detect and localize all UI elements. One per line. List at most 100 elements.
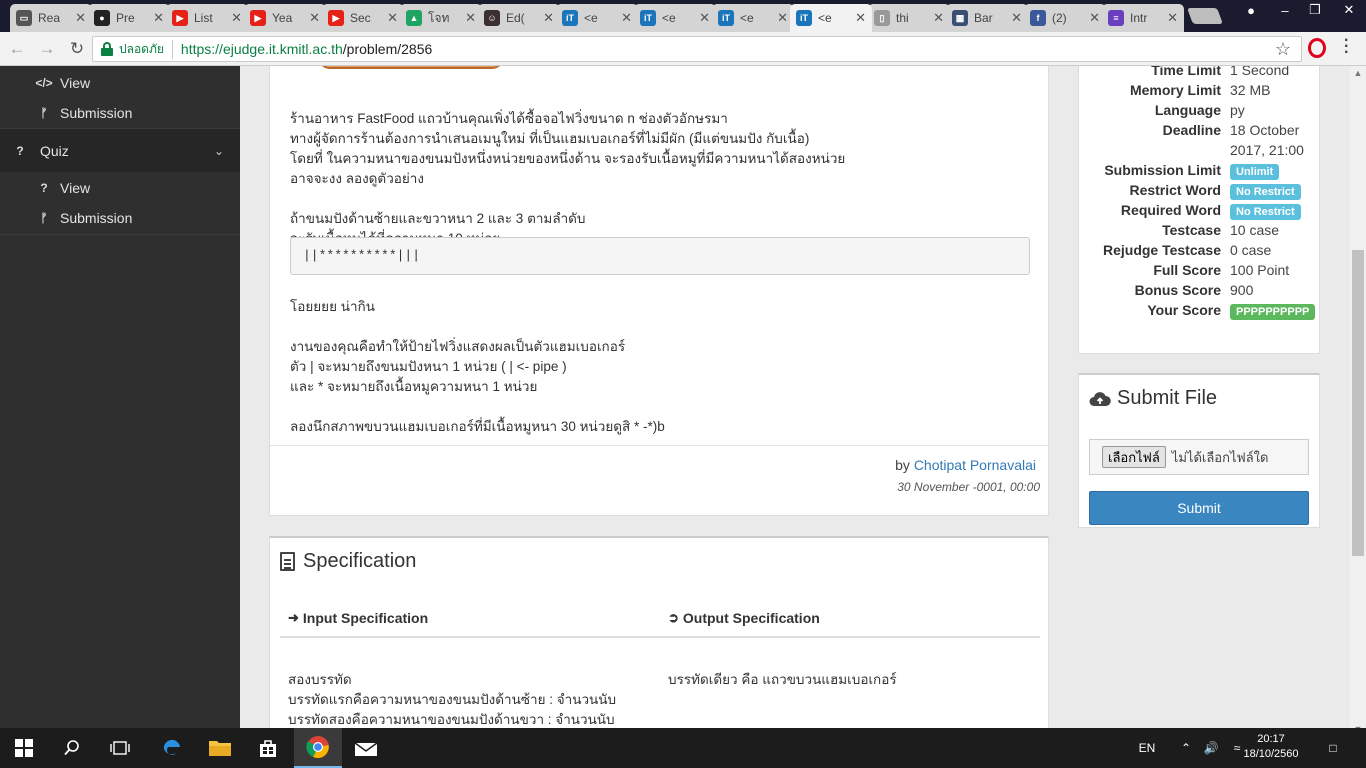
page-scrollbar[interactable]: ▲ ▼	[1350, 66, 1366, 736]
new-tab-button[interactable]	[1187, 8, 1223, 24]
language-indicator[interactable]: EN	[1130, 728, 1164, 768]
browser-tab[interactable]: ▶ List ✕	[166, 4, 248, 32]
specification-panel: Specification ➜ Input Specification ➲ Ou…	[269, 536, 1049, 736]
profile-icon[interactable]: ●	[1236, 0, 1266, 20]
close-tab-icon[interactable]: ✕	[933, 10, 944, 26]
mail-icon[interactable]	[342, 728, 390, 768]
sign-out-icon: ➲	[668, 610, 679, 625]
sidebar-item-quiz-submission[interactable]: ᚠ Submission	[0, 203, 240, 233]
browser-tab-label: Yea	[272, 11, 293, 25]
sidebar-category-quiz[interactable]: ? Quiz ⌄	[0, 128, 240, 172]
info-row-rejudge-testcase: Rejudge Testcase 0 case	[1079, 242, 1321, 262]
browser-tab[interactable]: iT <e ✕	[634, 4, 716, 32]
store-icon[interactable]	[244, 728, 292, 768]
url-path: /problem/2856	[342, 41, 433, 57]
browser-tab[interactable]: f (2) ✕	[1024, 4, 1106, 32]
forward-button[interactable]: →	[34, 36, 60, 62]
close-tab-icon[interactable]: ✕	[699, 10, 710, 26]
browser-tab[interactable]: ▯ thi ✕	[868, 4, 950, 32]
close-tab-icon[interactable]: ✕	[543, 10, 554, 26]
close-tab-icon[interactable]: ✕	[621, 10, 632, 26]
close-window-button[interactable]: ✕	[1334, 0, 1364, 20]
sidebar-item-label: Submission	[60, 210, 133, 226]
browser-tab-label: List	[194, 11, 213, 25]
close-tab-icon[interactable]: ✕	[1167, 10, 1178, 26]
youtube-icon: ▶	[172, 10, 188, 26]
close-tab-icon[interactable]: ✕	[465, 10, 476, 26]
info-value: 900	[1230, 282, 1254, 298]
chrome-icon[interactable]	[294, 728, 342, 768]
close-tab-icon[interactable]: ✕	[309, 10, 320, 26]
browser-tab[interactable]: ▦ Bar ✕	[946, 4, 1028, 32]
spec-divider	[280, 636, 1040, 638]
clock-time: 20:17	[1257, 733, 1285, 745]
close-tab-icon[interactable]: ✕	[1089, 10, 1100, 26]
back-button[interactable]: ←	[4, 36, 30, 62]
sidebar-item-label: View	[60, 180, 91, 196]
lock-icon	[101, 42, 113, 56]
bookmark-star-icon[interactable]: ☆	[1275, 39, 1291, 60]
choose-file-button[interactable]: เลือกไฟล์	[1102, 446, 1166, 468]
scroll-up-icon[interactable]: ▲	[1350, 66, 1366, 80]
file-input[interactable]: เลือกไฟล์ ไม่ได้เลือกไฟล์ใด	[1089, 439, 1309, 475]
sidebar-item-view[interactable]: </> View	[0, 68, 240, 98]
input-spec-heading: ➜ Input Specification	[288, 610, 428, 626]
browser-tab[interactable]: ☺ Ed(✕	[478, 4, 560, 32]
system-clock[interactable]: 20:17 18/10/2560	[1236, 732, 1306, 762]
info-label: Memory Limit	[1129, 82, 1221, 98]
close-tab-icon[interactable]: ✕	[153, 10, 164, 26]
browser-menu-icon[interactable]: · · ·	[1344, 33, 1349, 61]
browser-tab[interactable]: ▶ Yea ✕	[244, 4, 326, 32]
sidebar-item-label: View	[60, 75, 91, 91]
close-tab-icon[interactable]: ✕	[387, 10, 398, 26]
edge-icon[interactable]	[148, 728, 196, 768]
cloud-upload-icon	[1089, 391, 1111, 407]
submit-button[interactable]: Submit	[1089, 491, 1309, 525]
file-explorer-icon[interactable]	[196, 728, 244, 768]
sidebar-item-label: Submission	[60, 105, 133, 121]
close-tab-icon[interactable]: ✕	[855, 10, 866, 26]
browser-tab-label: Bar	[974, 11, 993, 25]
opera-extension-icon[interactable]	[1308, 38, 1326, 58]
sidebar: </> View ᚠ Submission ? Quiz ⌄ ? View ᚠ …	[0, 66, 240, 736]
browser-tab[interactable]: ▲ โจท ✕	[400, 4, 482, 32]
notification-icon[interactable]: □	[1318, 728, 1348, 768]
volume-icon[interactable]: 🔊	[1200, 728, 1222, 768]
info-label: Time Limit	[1151, 66, 1221, 78]
close-tab-icon[interactable]: ✕	[75, 10, 86, 26]
reload-button[interactable]: ↻	[64, 36, 90, 62]
browser-tab[interactable]: ▶ Sec ✕	[322, 4, 404, 32]
sidebar-item-quiz-view[interactable]: ? View	[0, 173, 240, 203]
page-icon: ▯	[874, 10, 890, 26]
youtube-icon: ▶	[328, 10, 344, 26]
info-label: Required Word	[1120, 202, 1221, 218]
question-icon: ?	[16, 143, 24, 158]
sidebar-item-submission[interactable]: ᚠ Submission	[0, 98, 240, 128]
scroll-thumb[interactable]	[1352, 250, 1364, 556]
start-button[interactable]	[0, 728, 48, 768]
task-view-icon[interactable]	[96, 728, 144, 768]
close-tab-icon[interactable]: ✕	[1011, 10, 1022, 26]
url-host: https://ejudge.it.kmitl.ac.th	[180, 41, 343, 57]
minimize-button[interactable]: –	[1270, 0, 1300, 20]
chevron-up-icon[interactable]: ⌃	[1176, 728, 1196, 768]
browser-tab[interactable]: ≡ Intr ✕	[1102, 4, 1184, 32]
close-tab-icon[interactable]: ✕	[231, 10, 242, 26]
info-label: Your Score	[1147, 302, 1221, 318]
submit-file-title-text: Submit File	[1117, 387, 1218, 409]
browser-tab[interactable]: iT <e ✕	[556, 4, 638, 32]
browser-tab[interactable]: ● Pre ✕	[88, 4, 170, 32]
author-link[interactable]: Chotipat Pornavalai	[914, 457, 1036, 473]
browser-tab[interactable]: ▭ Rea ✕	[10, 4, 92, 32]
search-icon[interactable]	[48, 728, 96, 768]
browser-tab[interactable]: iT <e ✕	[712, 4, 794, 32]
browser-tab-label: <e	[662, 11, 676, 25]
output-spec-title: Output Specification	[682, 610, 820, 626]
info-row-deadline: Deadline 18 October	[1079, 122, 1321, 142]
info-value: 1 Second	[1230, 66, 1290, 78]
browser-tab[interactable]: iT <e ✕	[790, 4, 872, 32]
close-tab-icon[interactable]: ✕	[777, 10, 788, 26]
browser-tab-label: <e	[584, 11, 598, 25]
restore-button[interactable]: ❐	[1300, 0, 1330, 20]
address-bar[interactable]: ปลอดภัย https://ejudge.it.kmitl.ac.th/pr…	[92, 36, 1302, 62]
